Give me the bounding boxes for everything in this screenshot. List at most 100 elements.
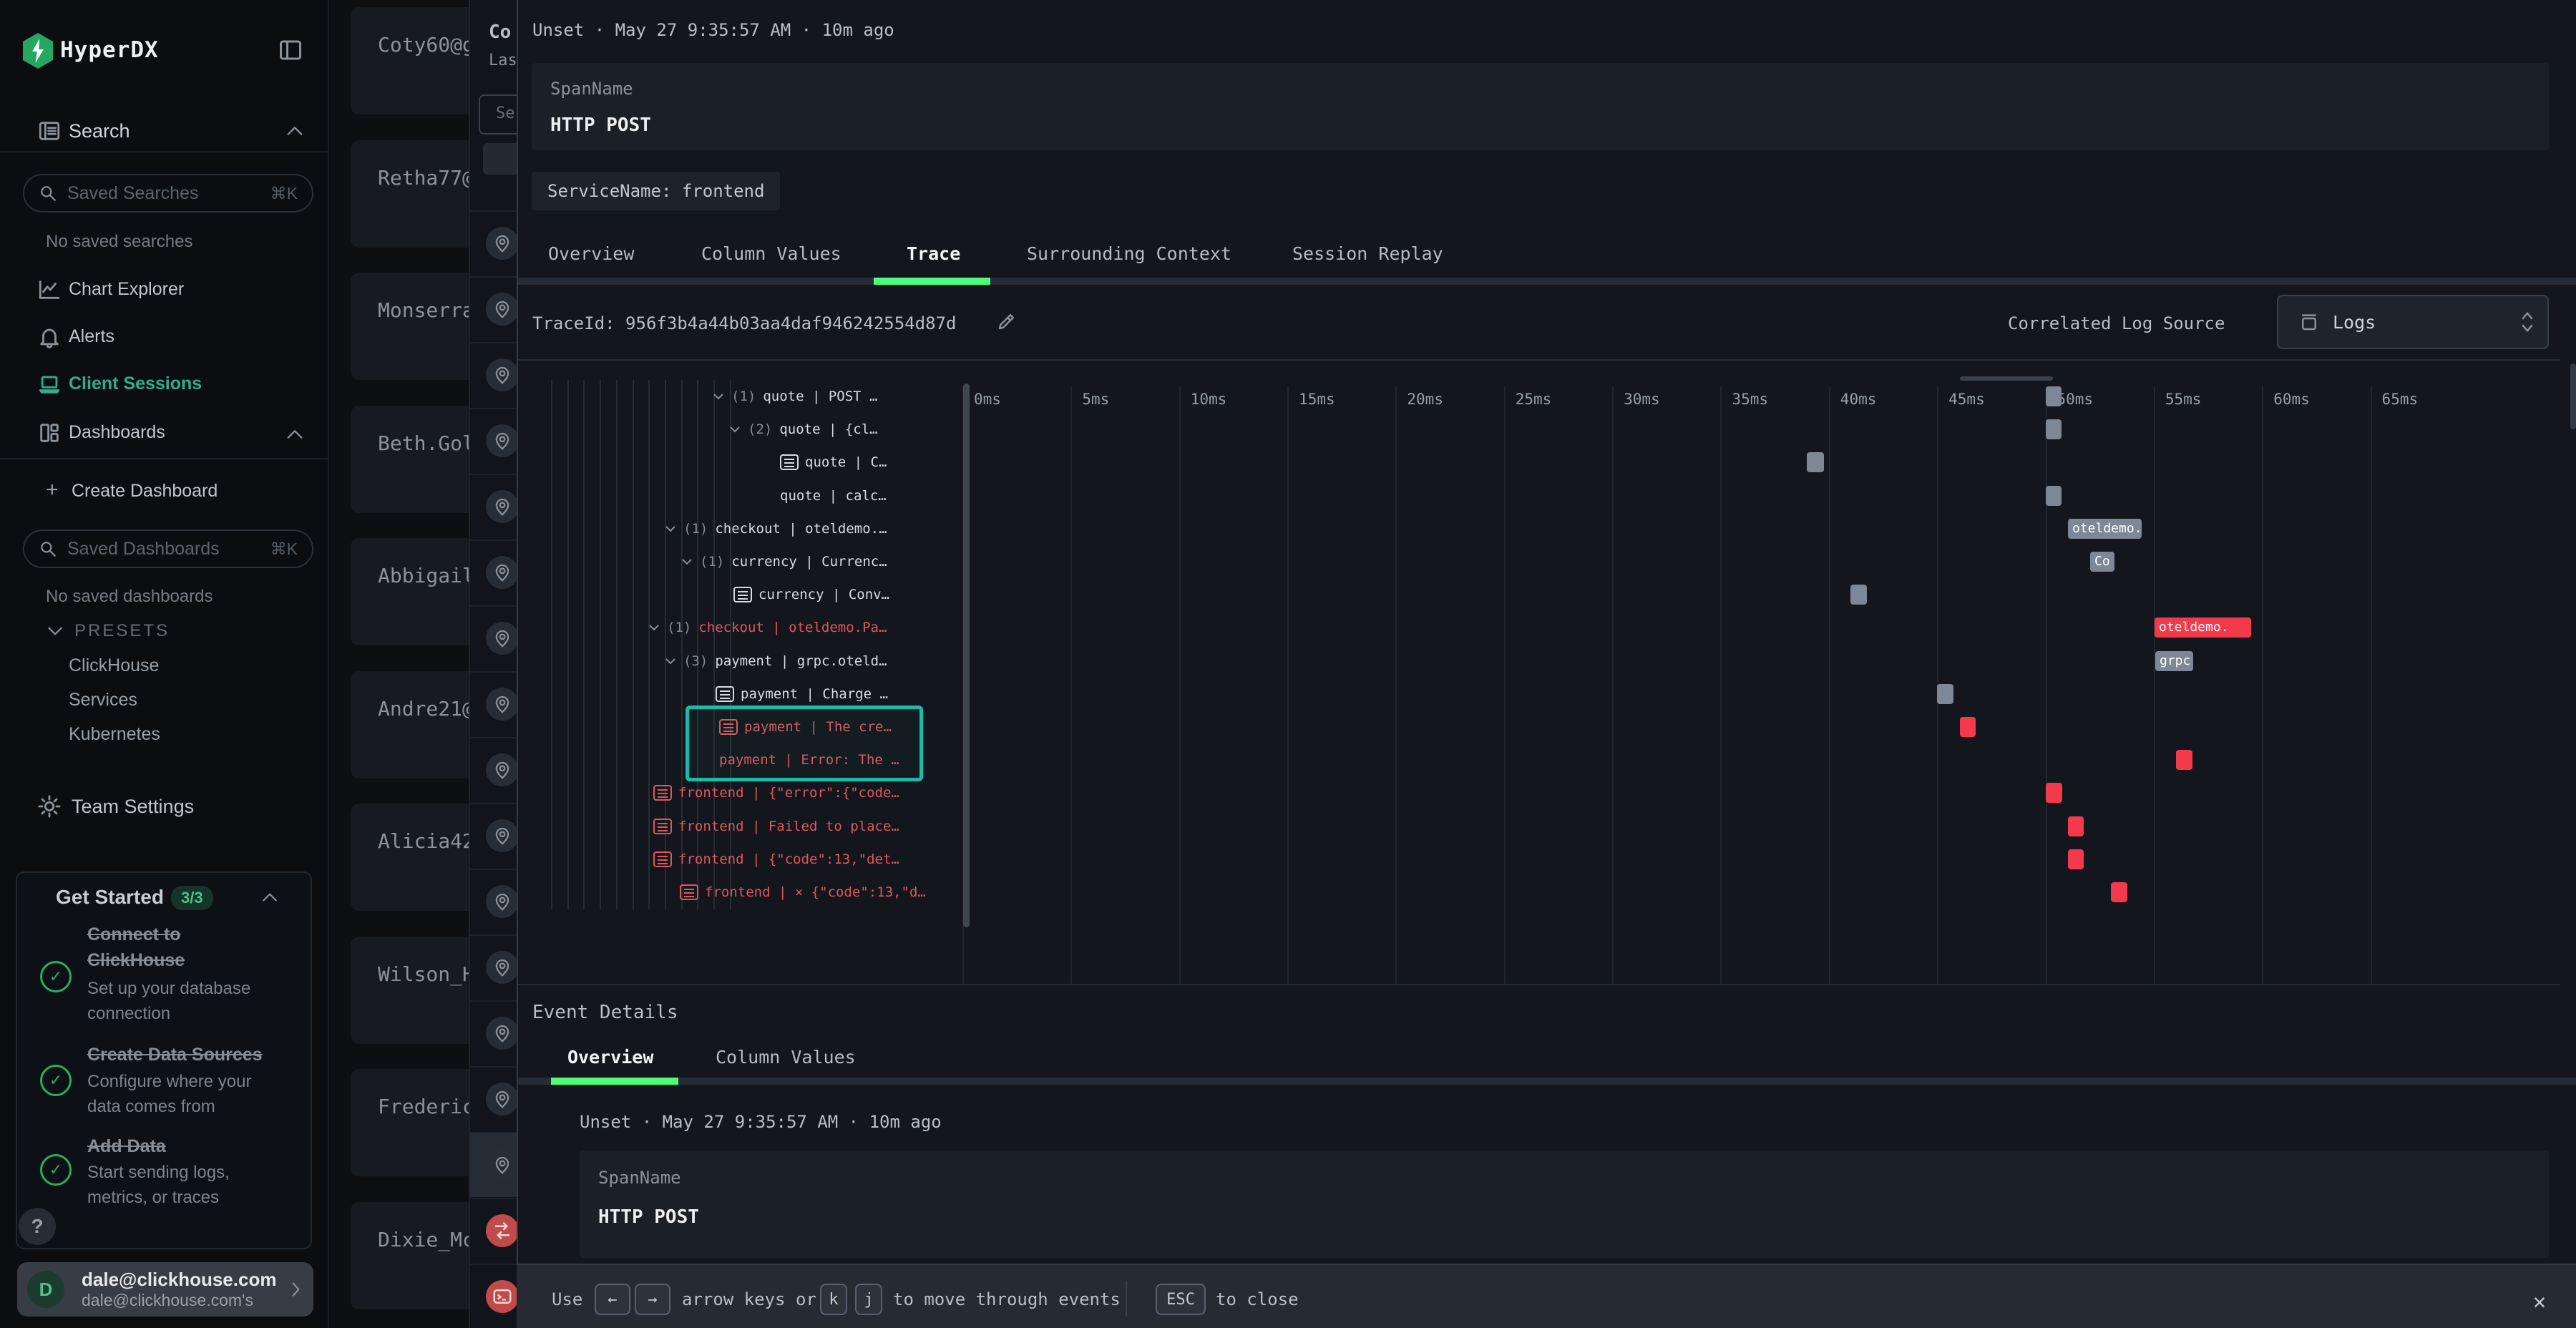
span-duration-bar[interactable] <box>2068 849 2084 869</box>
trace-tree-row[interactable]: (1)checkout | oteldemo.Pa… <box>645 611 887 644</box>
close-icon[interactable]: ✕ <box>2533 1289 2546 1314</box>
trace-tree-row[interactable]: frontend | {"code":13,"det… <box>653 843 899 876</box>
gs-item-title[interactable]: ClickHouse <box>87 950 185 971</box>
sidebar-item-chart-explorer[interactable]: Chart Explorer <box>69 279 184 300</box>
span-duration-bar[interactable] <box>2046 486 2062 506</box>
service-name-chip[interactable]: ServiceName: frontend <box>532 172 780 210</box>
span-duration-bar[interactable] <box>1807 452 1824 472</box>
trace-tree-row[interactable]: frontend | × {"code":13,"d… <box>680 876 926 909</box>
map-pin-icon[interactable] <box>486 622 517 655</box>
chevron-down-icon[interactable] <box>678 553 696 570</box>
span-duration-bar[interactable]: grpc <box>2155 651 2193 671</box>
trace-tree-row[interactable]: (1)quote | POST … <box>710 380 877 413</box>
chevron-up-icon[interactable] <box>260 890 279 904</box>
map-pin-icon[interactable] <box>486 753 517 786</box>
gs-item-title[interactable]: Add Data <box>87 1136 166 1157</box>
map-pin-icon[interactable] <box>486 1148 517 1181</box>
trace-tree-row[interactable]: quote | C… <box>780 446 887 479</box>
map-pin-icon[interactable] <box>486 227 517 260</box>
preset-services[interactable]: Services <box>69 690 137 711</box>
bar-label: oteldemo. <box>2068 519 2142 539</box>
kbd-esc[interactable]: ESC <box>1156 1284 1206 1315</box>
span-duration-bar[interactable]: Co <box>2090 552 2114 572</box>
span-duration-bar[interactable] <box>1937 684 1953 704</box>
span-duration-bar[interactable] <box>2111 882 2127 902</box>
log-source-select[interactable]: Logs <box>2277 295 2549 349</box>
span-duration-bar[interactable]: oteldemo. <box>2155 617 2251 638</box>
tab-overview[interactable]: Overview <box>548 243 634 264</box>
event-details-tab-overview[interactable]: Overview <box>567 1047 653 1068</box>
saved-searches-input[interactable]: Saved Searches ⌘K <box>23 174 313 213</box>
chevron-down-icon[interactable] <box>726 421 743 438</box>
trace-tree-row[interactable]: (2)quote | {cl… <box>726 413 878 446</box>
map-pin-icon[interactable] <box>486 885 517 918</box>
horizontal-scrollbar-thumb[interactable] <box>1960 376 2053 381</box>
span-duration-bar[interactable] <box>1960 717 1976 737</box>
map-pin-icon[interactable] <box>486 688 517 721</box>
span-duration-bar[interactable] <box>2046 386 2062 406</box>
gs-item-title[interactable]: Connect to <box>87 924 181 945</box>
tree-scrollbar[interactable] <box>963 384 970 927</box>
session-user: Beth.Gol <box>378 431 474 455</box>
kbd-arrow-right[interactable]: → <box>635 1284 670 1315</box>
terminal-icon[interactable] <box>486 1280 517 1313</box>
trace-tree-row[interactable]: frontend | Failed to place… <box>653 810 899 843</box>
session-panel-button[interactable] <box>483 143 517 175</box>
chevron-down-icon[interactable] <box>46 624 64 638</box>
map-pin-icon[interactable] <box>486 424 517 457</box>
map-pin-icon[interactable] <box>486 1083 517 1115</box>
preset-clickhouse[interactable]: ClickHouse <box>69 655 159 676</box>
trace-tree-row[interactable]: frontend | {"error":{"code… <box>653 776 899 809</box>
session-panel-search[interactable]: Se <box>479 94 517 135</box>
map-pin-icon[interactable] <box>486 951 517 984</box>
map-pin-icon[interactable] <box>486 1017 517 1050</box>
sidebar-item-dashboards[interactable]: Dashboards <box>69 422 165 443</box>
trace-tree-row[interactable]: currency | Conv… <box>733 578 889 611</box>
edit-pencil-icon[interactable] <box>996 311 1018 332</box>
preset-kubernetes[interactable]: Kubernetes <box>69 724 160 745</box>
trace-tree-row[interactable]: (1)checkout | oteldemo.… <box>662 512 887 545</box>
map-pin-icon[interactable] <box>486 556 517 589</box>
trace-tree-row[interactable]: quote | calc… <box>780 479 887 512</box>
user-menu[interactable]: D dale@clickhouse.com dale@clickhouse.co… <box>17 1262 313 1317</box>
map-pin-icon[interactable] <box>486 293 517 326</box>
sidebar-item-alerts[interactable]: Alerts <box>69 326 114 347</box>
chevron-down-icon[interactable] <box>710 388 727 405</box>
drawer-scrollbar-thumb[interactable] <box>2570 363 2576 429</box>
sidebar-item-search[interactable]: Search <box>69 120 130 142</box>
collapse-sidebar-icon[interactable] <box>278 37 303 63</box>
span-duration-bar[interactable] <box>2176 750 2192 770</box>
sidebar-item-client-sessions[interactable]: Client Sessions <box>69 374 202 394</box>
tab-trace[interactable]: Trace <box>907 243 960 264</box>
tab-column-values[interactable]: Column Values <box>701 243 841 264</box>
span-duration-bar[interactable] <box>1850 585 1867 605</box>
map-pin-icon[interactable] <box>486 490 517 523</box>
span-duration-bar[interactable] <box>2068 816 2084 836</box>
chevron-down-icon[interactable] <box>662 520 679 537</box>
saved-dashboards-input[interactable]: Saved Dashboards ⌘K <box>23 529 313 568</box>
trace-tree-row[interactable]: (1)currency | Currenc… <box>678 545 887 578</box>
map-pin-icon[interactable] <box>486 358 517 391</box>
trace-tree-row[interactable]: (3)payment | grpc.oteld… <box>662 645 887 678</box>
span-duration-bar[interactable] <box>2046 783 2062 803</box>
event-row-divider <box>470 671 517 673</box>
span-duration-bar[interactable]: oteldemo. <box>2068 519 2142 539</box>
network-swap-icon[interactable] <box>486 1214 517 1247</box>
event-details-tab-column-values[interactable]: Column Values <box>716 1047 856 1068</box>
kbd-k[interactable]: k <box>820 1284 847 1315</box>
help-button[interactable]: ? <box>19 1208 56 1245</box>
sidebar-item-team-settings[interactable]: Team Settings <box>72 796 194 818</box>
chevron-up-icon[interactable] <box>285 123 305 139</box>
chevron-down-icon[interactable] <box>662 653 679 670</box>
create-dashboard-button[interactable]: Create Dashboard <box>72 481 218 502</box>
kbd-j[interactable]: j <box>855 1284 882 1315</box>
kbd-arrow-left[interactable]: ← <box>595 1284 630 1315</box>
gs-item-title[interactable]: Create Data Sources <box>87 1045 263 1065</box>
chevron-down-icon[interactable] <box>645 619 663 636</box>
span-duration-bar[interactable] <box>2046 419 2062 439</box>
presets-label[interactable]: PRESETS <box>74 621 170 641</box>
tab-session-replay[interactable]: Session Replay <box>1292 243 1443 264</box>
map-pin-icon[interactable] <box>486 819 517 852</box>
tab-surrounding-context[interactable]: Surrounding Context <box>1027 243 1231 264</box>
chevron-up-icon[interactable] <box>285 426 305 442</box>
